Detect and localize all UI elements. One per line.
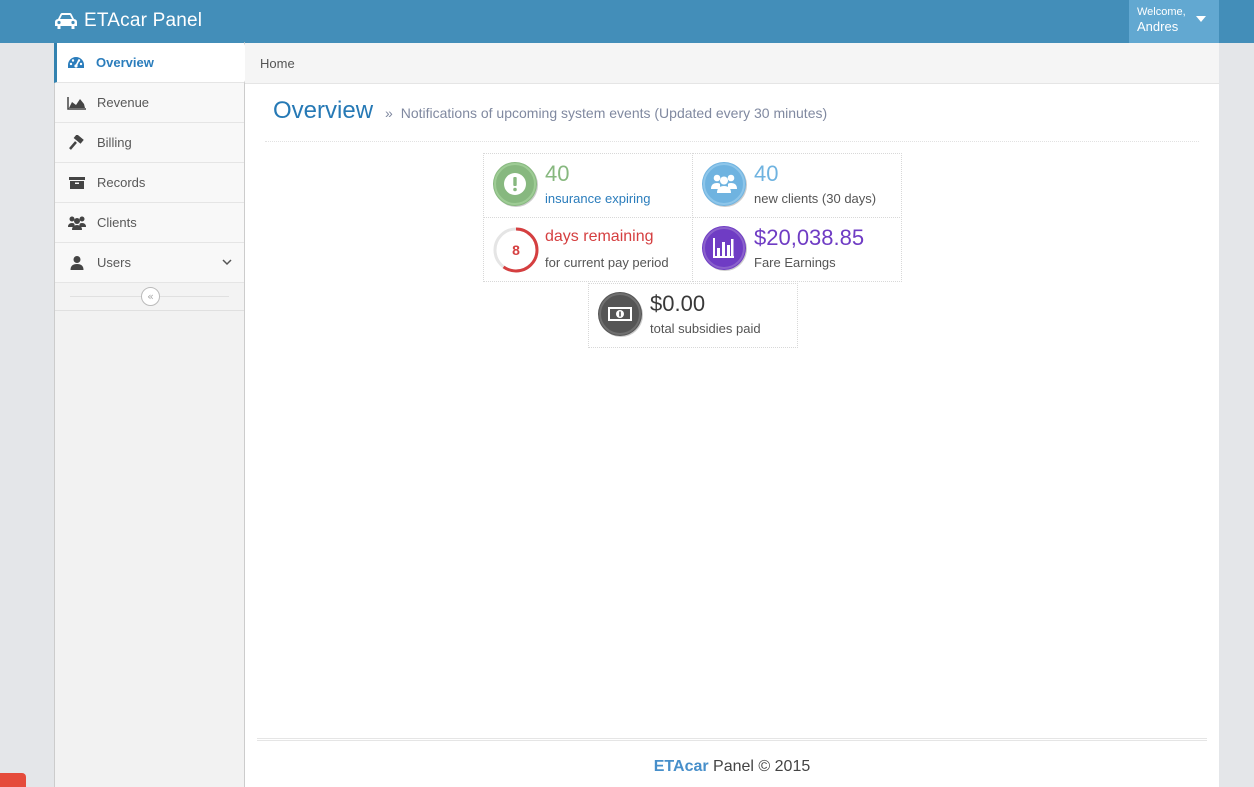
user-icon [67,255,87,271]
double-chevron-left-icon: « [147,290,154,303]
insurance-count: 40 [545,161,570,186]
subsidies-caption: total subsidies paid [650,321,761,336]
money-bill-icon [598,292,642,336]
infobox-days-remaining: 8 days remaining for current pay period [483,217,693,282]
user-menu-toggle[interactable]: Welcome, Andres [1129,0,1219,43]
footer: ETAcar Panel © 2015 [257,738,1207,787]
gavel-icon [67,134,87,151]
sidebar-item-records[interactable]: Records [55,163,244,203]
page-subtitle-text: Notifications of upcoming system events … [400,105,828,121]
days-remaining-caption: for current pay period [545,255,669,270]
user-name: Andres [1137,19,1179,34]
sidebar-item-label: Revenue [97,95,150,110]
sidebar-item-users[interactable]: Users [55,243,244,283]
subsidies-value: $0.00 [650,291,706,316]
navbar: ETAcar Panel Welcome, Andres [0,0,1254,43]
welcome-label: Welcome, [1137,6,1186,18]
footer-copyright: Panel © 2015 [708,758,811,775]
infobox-insurance: 40 insurance expiring [483,153,693,218]
users-icon [702,162,746,206]
sidebar-item-clients[interactable]: Clients [55,203,244,243]
sidebar-item-label: Records [97,175,146,190]
breadcrumb: Home [245,43,1219,84]
dashboard-icon [66,55,86,71]
sidebar-item-label: Overview [96,55,154,70]
sidebar: Overview Revenue Billing Records Clients… [54,42,254,787]
sidebar-item-label: Users [97,255,131,270]
exclamation-circle-icon [493,162,537,206]
new-clients-caption: new clients (30 days) [754,191,877,206]
breadcrumb-home[interactable]: Home [260,56,295,71]
sidebar-item-label: Billing [97,135,132,150]
sidebar-item-overview[interactable]: Overview [54,42,254,84]
right-gutter [1219,43,1254,787]
page-subtitle: » Notifications of upcoming system event… [385,105,827,121]
sidebar-item-label: Clients [97,215,137,230]
caret-down-icon [1196,16,1206,22]
area-chart-icon [67,95,87,111]
users-icon [67,215,87,231]
sidebar-item-revenue[interactable]: Revenue [55,83,244,123]
car-icon [55,13,77,29]
new-clients-count: 40 [754,161,779,186]
infobox-subsidies: $0.00 total subsidies paid [588,283,798,348]
debug-badge[interactable] [0,773,26,787]
fare-earnings-caption: Fare Earnings [754,255,836,270]
main-content: Home Overview » Notifications of upcomin… [245,43,1219,787]
days-remaining-count: 8 [512,242,520,258]
infobox-clients: 40 new clients (30 days) [692,153,902,218]
brand-link[interactable]: ETAcar Panel [54,6,202,36]
days-remaining-title: days remaining [545,228,654,245]
infobox-fare-earnings: $20,038.85 Fare Earnings [692,217,902,282]
brand-title: ETAcar Panel [84,10,203,31]
footer-brand: ETAcar [653,758,709,775]
page-title: Overview [273,97,374,124]
collapse-sidebar-button[interactable]: « [141,287,160,306]
page-header: Overview » Notifications of upcoming sys… [265,97,1199,142]
chevron-down-icon [222,259,232,266]
sidebar-collapse: « [55,283,244,311]
archive-icon [67,175,87,191]
insurance-caption[interactable]: insurance expiring [545,191,651,206]
sidebar-item-billing[interactable]: Billing [55,123,244,163]
fare-earnings-value: $20,038.85 [754,225,865,250]
bar-chart-icon [702,226,746,270]
double-chevron-right-icon: » [385,105,393,121]
